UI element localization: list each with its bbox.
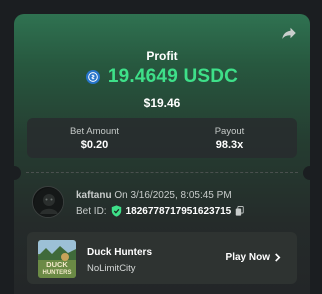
play-now-button[interactable]: Play Now [226, 252, 281, 263]
profit-fiat-value: $19.46 [143, 96, 181, 110]
ticket-notch-right [303, 166, 310, 180]
thumb-title-line-1: DUCK [46, 260, 68, 269]
dashed-divider [26, 172, 298, 173]
bet-id-line: Bet ID: 1826778717951623715 [76, 205, 244, 217]
profit-label: Profit [146, 49, 178, 63]
shield-check-icon [111, 205, 121, 217]
bet-timestamp: On 3/16/2025, 8:05:45 PM [114, 190, 232, 201]
play-now-label: Play Now [225, 252, 270, 263]
game-thumbnail[interactable]: DUCK HUNTERS [38, 240, 76, 278]
ticket-notch-left [14, 166, 21, 180]
copy-icon[interactable] [235, 206, 244, 216]
username[interactable]: kaftanu [76, 190, 112, 201]
bet-user-line: kaftanu On 3/16/2025, 8:05:45 PM [76, 190, 232, 201]
bet-stats-panel: Bet Amount $0.20 Payout 98.3x [27, 118, 297, 158]
profit-amount: 19.4649 USDC [107, 66, 239, 87]
chevron-right-icon [275, 253, 281, 262]
game-card[interactable]: DUCK HUNTERS Duck Hunters NoLimitCity Pl… [27, 232, 297, 284]
avatar[interactable] [32, 186, 64, 218]
bet-detail-card: Profit 19.4649 USDC $19.46 Bet Amount $0… [14, 14, 310, 294]
duck-hunters-thumbnail-image: DUCK HUNTERS [38, 240, 76, 278]
game-name[interactable]: Duck Hunters [87, 247, 152, 258]
bet-amount-stat: Bet Amount $0.20 [27, 118, 162, 158]
payout-value: 98.3x [215, 139, 244, 151]
bet-amount-value: $0.20 [80, 139, 109, 151]
game-provider[interactable]: NoLimitCity [87, 263, 136, 274]
bet-id-label: Bet ID: [76, 205, 107, 217]
share-icon[interactable] [280, 24, 298, 42]
bet-id-value: 1826778717951623715 [125, 205, 232, 217]
avatar-image [34, 188, 63, 217]
usdc-icon [85, 70, 100, 84]
payout-stat: Payout 98.3x [162, 118, 297, 158]
payout-label: Payout [214, 126, 245, 137]
thumb-title-line-2: HUNTERS [42, 270, 71, 276]
profit-amount-row: 19.4649 USDC [14, 66, 310, 88]
bet-amount-label: Bet Amount [69, 126, 120, 137]
